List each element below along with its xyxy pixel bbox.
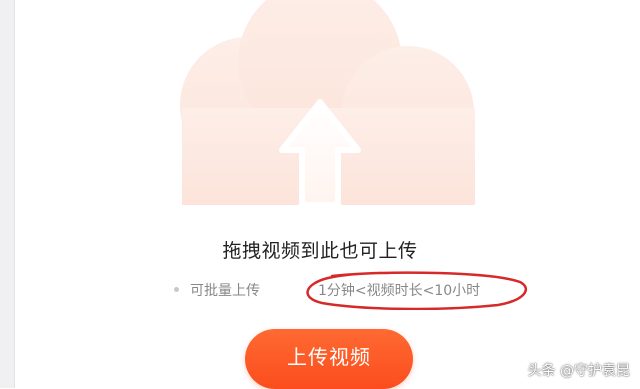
bullet-icon <box>174 287 179 292</box>
cloud-upload-icon <box>180 0 475 205</box>
batch-upload-hint: 可批量上传 <box>190 283 260 299</box>
red-annotation-ellipse <box>306 271 527 310</box>
left-edge-border <box>0 0 15 388</box>
drop-zone-title: 拖拽视频到此也可上传 <box>222 240 418 262</box>
source-watermark: 头条 @守护袁昆 <box>527 363 630 379</box>
upload-video-button[interactable]: 上传视频 <box>245 329 413 389</box>
